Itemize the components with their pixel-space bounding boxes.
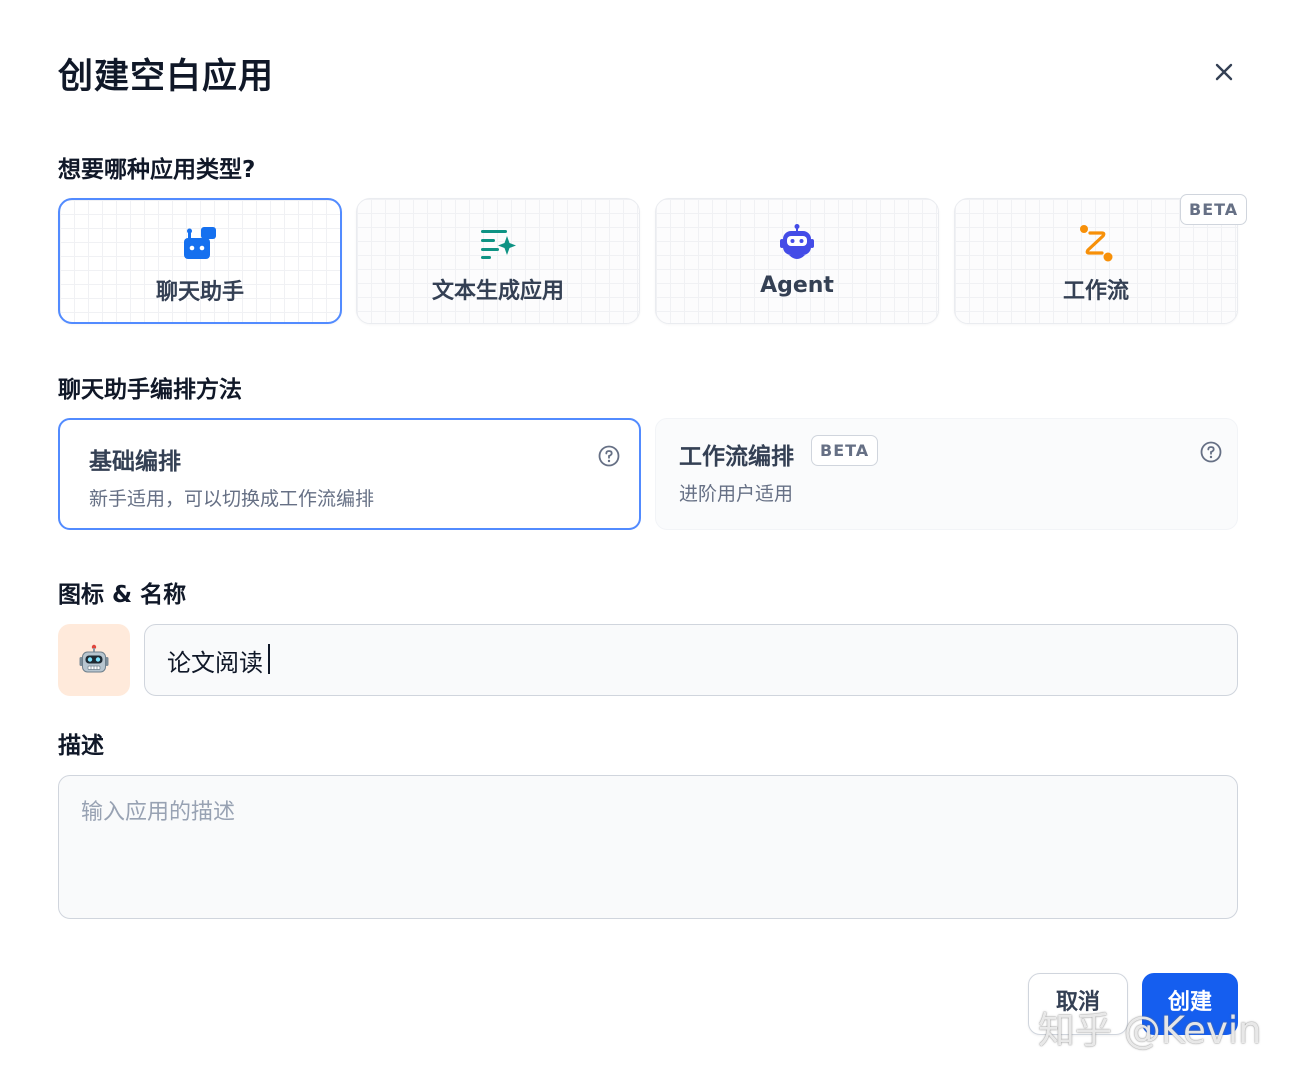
chat-bot-icon	[180, 224, 220, 264]
help-icon[interactable]	[1199, 440, 1223, 464]
robot-icon	[777, 223, 817, 263]
help-icon[interactable]	[597, 444, 621, 468]
create-app-dialog: 创建空白应用 想要哪种应用类型? 聊天助手 文本生成应用 Agent 工作流 B…	[0, 0, 1296, 1076]
icon-name-label: 图标 & 名称	[58, 582, 187, 608]
workflow-orchestration-card[interactable]: 工作流编排 BETA 进阶用户适用	[655, 418, 1238, 530]
orchestration-label: 聊天助手编排方法	[58, 377, 242, 403]
app-name-input[interactable]	[144, 624, 1238, 696]
dialog-title: 创建空白应用	[58, 57, 275, 97]
app-type-chatbot-card[interactable]: 聊天助手	[58, 198, 342, 324]
basic-orchestration-title: 基础编排	[89, 449, 181, 475]
basic-orchestration-desc: 新手适用，可以切换成工作流编排	[89, 488, 375, 510]
app-type-completion-card[interactable]: 文本生成应用	[356, 198, 640, 324]
workflow-orchestration-desc: 进阶用户适用	[679, 483, 794, 505]
app-type-agent-card[interactable]: Agent	[655, 198, 939, 324]
basic-orchestration-card[interactable]: 基础编排 新手适用，可以切换成工作流编排	[58, 418, 641, 530]
workflow-orchestration-title: 工作流编排	[679, 444, 794, 470]
app-type-chatbot-label: 聊天助手	[155, 280, 244, 305]
workflow-orchestration-beta-badge: BETA	[811, 435, 879, 466]
workflow-icon	[1076, 223, 1116, 263]
close-button[interactable]	[1206, 54, 1242, 90]
robot-emoji-icon	[79, 644, 109, 673]
description-label: 描述	[58, 733, 104, 759]
text-caret	[268, 644, 270, 674]
description-textarea[interactable]	[58, 775, 1238, 919]
app-type-completion-label: 文本生成应用	[431, 279, 564, 304]
app-type-workflow-label: 工作流	[1062, 279, 1129, 304]
app-icon-picker[interactable]	[58, 624, 130, 696]
close-icon	[1215, 63, 1233, 81]
watermark: 知乎 @Kevin	[1038, 1009, 1262, 1052]
app-type-label: 想要哪种应用类型?	[58, 157, 256, 183]
app-type-agent-label: Agent	[760, 273, 834, 298]
workflow-beta-badge: BETA	[1180, 194, 1248, 225]
text-sparkle-icon	[478, 223, 518, 263]
